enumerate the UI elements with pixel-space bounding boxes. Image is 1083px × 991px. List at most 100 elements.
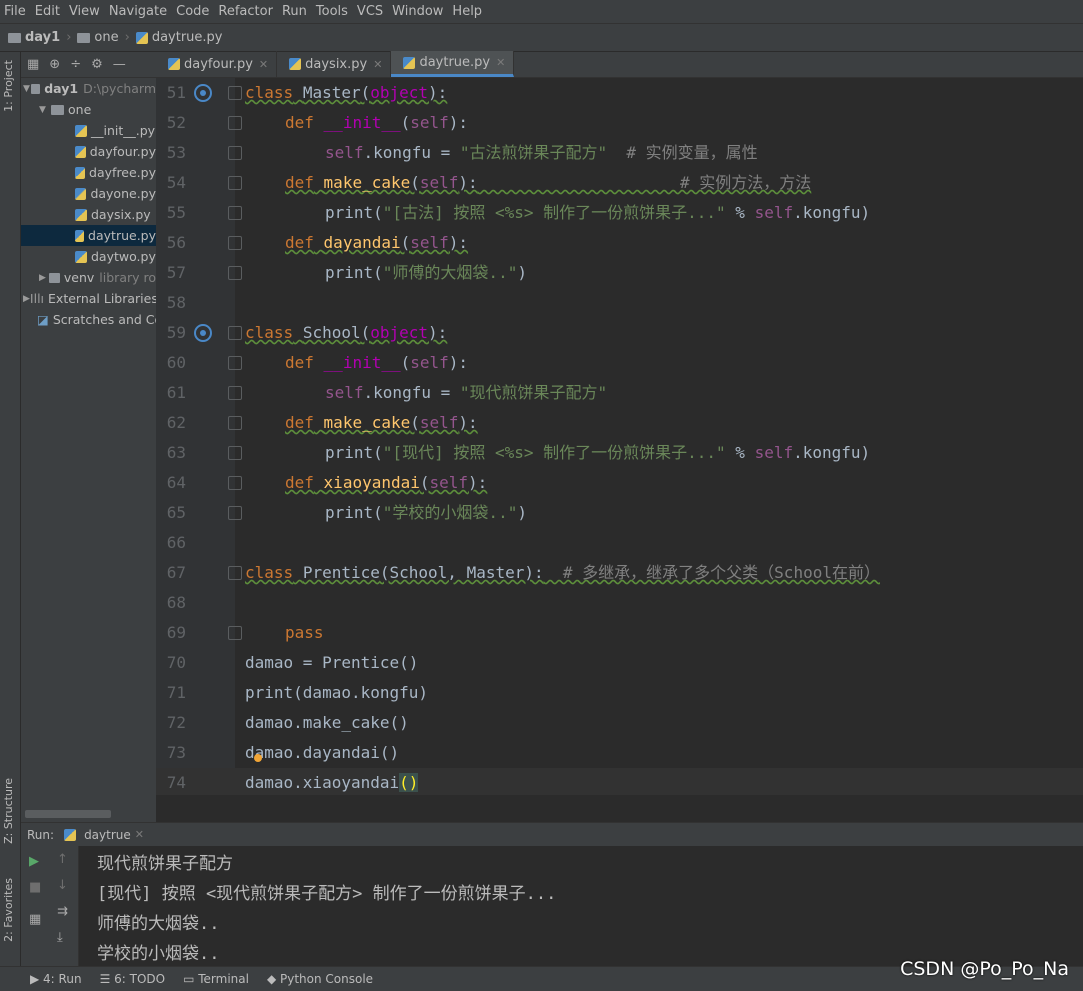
menu-run[interactable]: Run (282, 4, 307, 19)
fold-icon[interactable] (228, 356, 242, 370)
python-file-icon (75, 145, 86, 158)
collapse-icon[interactable]: ÷ (70, 57, 81, 72)
tree-item-file[interactable]: dayone.py (21, 183, 156, 204)
tree-item-file[interactable]: dayfree.py (21, 162, 156, 183)
run-label: Run: (27, 827, 55, 842)
horizontal-scrollbar[interactable] (25, 810, 111, 818)
fold-icon[interactable] (228, 446, 242, 460)
menu-window[interactable]: Window (392, 4, 443, 19)
code-line: 67 class Prentice(School, Master): # 多继承，… (166, 563, 880, 582)
favorites-tool-tab[interactable]: 2: Favorites (2, 878, 15, 942)
scroll-to-end-icon[interactable]: ⤓ (57, 930, 71, 945)
breadcrumb-file[interactable]: daytrue.py (135, 30, 222, 45)
gear-icon[interactable]: ⚙ (91, 57, 103, 72)
tree-item-file-selected[interactable]: daytrue.py (21, 225, 156, 246)
run-config-tab[interactable]: daytrue ✕ (64, 828, 144, 842)
fold-icon[interactable] (228, 326, 242, 340)
left-tool-strip: 1: Project Z: Structure 2: Favorites (0, 52, 21, 966)
layout-icon[interactable]: ▦ (29, 912, 43, 927)
code-editor[interactable]: 51 class Master(object): 52 def __init__(s… (156, 78, 1083, 795)
status-tab-python-console[interactable]: ◆ Python Console (267, 972, 373, 986)
tree-item-file[interactable]: daytwo.py (21, 246, 156, 267)
menu-code[interactable]: Code (176, 4, 209, 19)
project-tool-tab[interactable]: 1: Project (2, 60, 15, 112)
menu-edit[interactable]: Edit (35, 4, 60, 19)
code-line: 59 class School(object): (166, 323, 448, 342)
menu-help[interactable]: Help (452, 4, 482, 19)
menu-refactor[interactable]: Refactor (218, 4, 273, 19)
python-file-icon (75, 187, 87, 200)
arrow-down-icon[interactable]: ↓ (57, 878, 71, 893)
code-line: 65 print("学校的小烟袋..") (166, 503, 527, 522)
expand-down-icon[interactable]: ▼ (23, 84, 31, 94)
code-line: 51 class Master(object): (166, 83, 448, 102)
menu-view[interactable]: View (69, 4, 100, 19)
python-file-icon (135, 31, 148, 44)
fold-icon[interactable] (228, 236, 242, 250)
tree-item-day1[interactable]: ▼ day1 D:\pycharm (21, 78, 156, 99)
override-marker-icon[interactable] (194, 84, 212, 102)
fold-icon[interactable] (228, 86, 242, 100)
tree-item-external-libraries[interactable]: ▶ Illı External Libraries (21, 288, 156, 309)
project-panel: ▦ ⊕ ÷ ⚙ — ▼ day1 D:\pycharm ▼ one __init__.… (21, 52, 156, 822)
menu-tools[interactable]: Tools (316, 4, 348, 19)
close-icon[interactable]: ✕ (373, 58, 382, 71)
fold-icon[interactable] (228, 386, 242, 400)
expand-right-icon[interactable]: ▶ (39, 273, 49, 283)
tab-daysix[interactable]: daysix.py ✕ (277, 51, 392, 77)
fold-icon[interactable] (228, 176, 242, 190)
code-line: 61 self.kongfu = "现代煎饼果子配方" (166, 383, 608, 402)
breadcrumb-project[interactable]: day1 (8, 30, 60, 45)
stop-icon[interactable]: ■ (29, 880, 43, 895)
intention-bulb-icon[interactable] (254, 754, 262, 762)
menu-bar: File Edit View Navigate Code Refactor Ru… (0, 0, 1083, 24)
expand-down-icon[interactable]: ▼ (39, 105, 51, 115)
code-line: 71 print(damao.kongfu) (166, 683, 429, 702)
fold-icon[interactable] (228, 506, 242, 520)
close-icon[interactable]: ✕ (259, 58, 268, 71)
python-file-icon (75, 166, 86, 179)
fold-icon[interactable] (228, 146, 242, 160)
fold-icon[interactable] (228, 116, 242, 130)
python-file-icon (75, 250, 87, 263)
fold-icon[interactable] (228, 266, 242, 280)
locate-icon[interactable]: ⊕ (49, 57, 60, 72)
close-icon[interactable]: ✕ (135, 828, 144, 841)
fold-icon[interactable] (228, 566, 242, 580)
status-tab-run[interactable]: ▶ 4: Run (30, 972, 82, 986)
tab-daytrue[interactable]: daytrue.py ✕ (391, 51, 515, 77)
status-tab-todo[interactable]: ☰ 6: TODO (100, 972, 166, 986)
fold-icon[interactable] (228, 626, 242, 640)
fold-icon[interactable] (228, 416, 242, 430)
expand-right-icon[interactable]: ▶ (23, 294, 30, 304)
code-line: 52 def __init__(self): (166, 113, 469, 132)
tree-item-file[interactable]: __init__.py (21, 120, 156, 141)
fold-icon[interactable] (228, 476, 242, 490)
soft-wrap-icon[interactable]: ⇉ (57, 904, 71, 919)
menu-vcs[interactable]: VCS (357, 4, 383, 19)
menu-file[interactable]: File (4, 4, 26, 19)
layout-icon[interactable]: ▦ (27, 57, 39, 72)
structure-tool-tab[interactable]: Z: Structure (2, 778, 15, 844)
tree-item-file[interactable]: dayfour.py (21, 141, 156, 162)
minimize-icon[interactable]: — (113, 57, 126, 72)
fold-icon[interactable] (228, 206, 242, 220)
menu-navigate[interactable]: Navigate (109, 4, 167, 19)
override-marker-icon[interactable] (194, 324, 212, 342)
status-tab-terminal[interactable]: ▭ Terminal (183, 972, 249, 986)
play-icon[interactable]: ▶ (29, 854, 43, 869)
tree-item-scratches[interactable]: ◪ Scratches and Co (21, 309, 156, 330)
tree-item-file[interactable]: daysix.py (21, 204, 156, 225)
tree-item-venv[interactable]: ▶ venv library ro (21, 267, 156, 288)
code-line: 62 def make_cake(self): (166, 413, 478, 432)
tree-item-one[interactable]: ▼ one (21, 99, 156, 120)
code-line: 63 print("[现代] 按照 <%s> 制作了一份煎饼果子..." % se… (166, 443, 871, 462)
code-line: 57 print("师傅的大烟袋..") (166, 263, 527, 282)
tab-dayfour[interactable]: dayfour.py ✕ (156, 51, 278, 77)
close-icon[interactable]: ✕ (496, 56, 505, 69)
run-console[interactable]: 现代煎饼果子配方 [现代] 按照 <现代煎饼果子配方> 制作了一份煎饼果子...… (79, 846, 1083, 966)
breadcrumb-folder[interactable]: one (77, 30, 119, 45)
arrow-up-icon[interactable]: ↑ (57, 852, 71, 867)
watermark: CSDN @Po_Po_Na (900, 958, 1069, 980)
code-line: 64 def xiaoyandai(self): (166, 473, 488, 492)
